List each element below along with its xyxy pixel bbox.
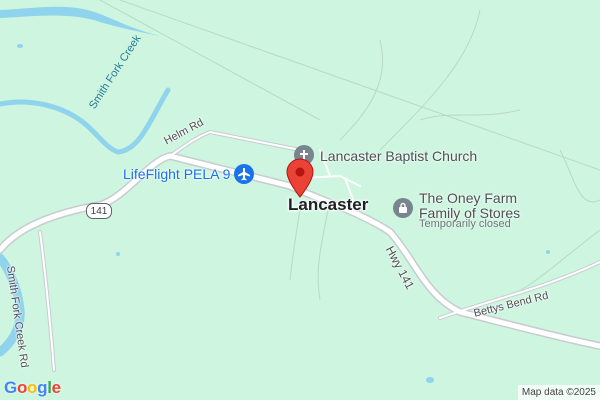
river-top (0, 6, 160, 36)
map-canvas[interactable]: Smith Fork Creek Helm Rd 141 Smith Fork … (0, 0, 600, 400)
store-label-line1[interactable]: The Oney Farm (419, 190, 517, 206)
map-pin-icon[interactable] (286, 158, 314, 198)
route-141-shield: 141 (86, 203, 112, 219)
rail-line-1 (119, 0, 600, 171)
church-label[interactable]: Lancaster Baptist Church (320, 148, 477, 164)
airport-icon[interactable] (234, 164, 254, 184)
store-icon[interactable] (393, 198, 413, 218)
town-label: Lancaster (288, 195, 369, 214)
smith-fork-creek (0, 87, 171, 155)
rail-line-2 (99, 0, 321, 121)
smith-fork-creek-rd-road (39, 231, 55, 371)
google-logo[interactable]: Google (4, 378, 61, 398)
airport-label[interactable]: LifeFlight PELA 9 (123, 166, 230, 182)
store-status: Temporarily closed (419, 218, 511, 230)
route-141-shield-label: 141 (90, 205, 108, 217)
map-attribution[interactable]: Map data ©2025 (517, 385, 600, 400)
